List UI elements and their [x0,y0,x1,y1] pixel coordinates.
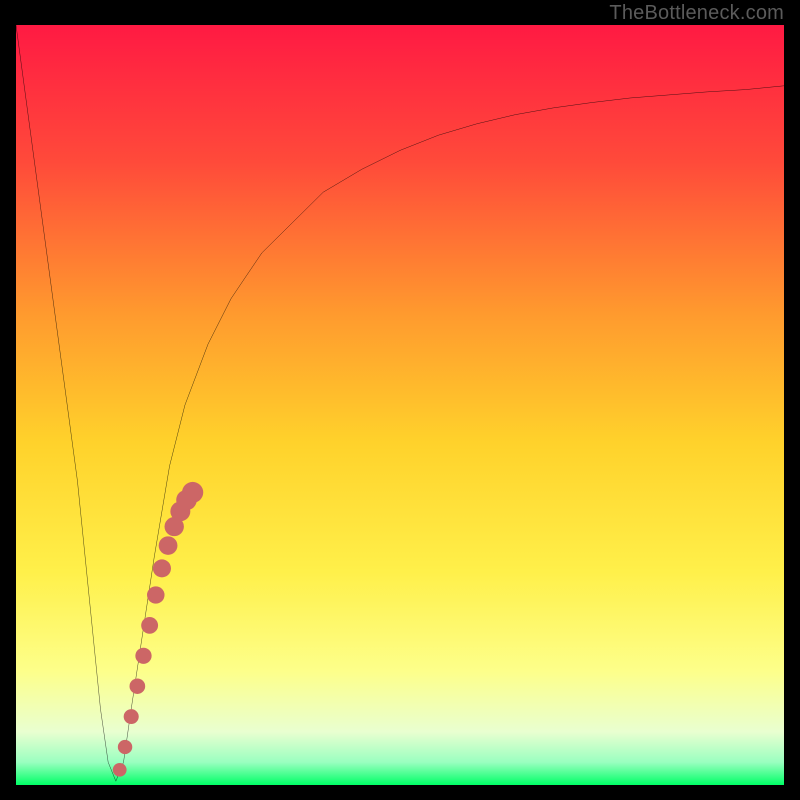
highlight-marker [118,740,132,754]
highlight-marker [182,482,203,503]
highlight-marker [159,536,178,555]
highlight-marker [141,617,158,634]
bottleneck-chart [16,25,784,785]
highlight-marker [153,559,171,577]
chart-frame [16,25,784,785]
highlight-marker [135,648,151,664]
highlight-marker [113,763,127,777]
highlight-marker [147,586,165,603]
highlight-marker [124,709,139,724]
highlight-marker [130,678,146,694]
gradient-background [16,25,784,785]
watermark-text: TheBottleneck.com [609,2,784,25]
